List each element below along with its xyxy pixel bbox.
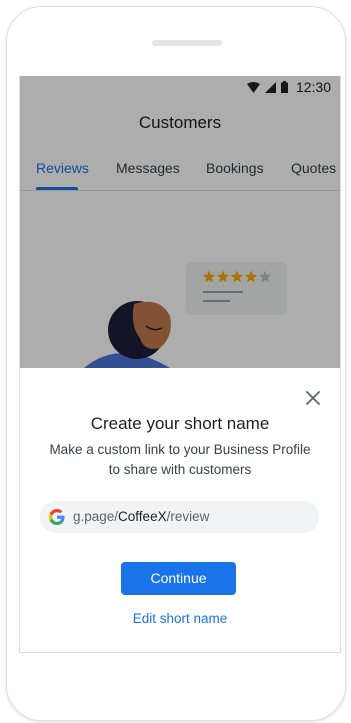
- close-icon[interactable]: [302, 387, 324, 409]
- link-short-name: CoffeeX: [118, 509, 167, 524]
- edit-short-name-link[interactable]: Edit short name: [20, 611, 340, 626]
- google-icon: [49, 509, 65, 525]
- continue-button[interactable]: Continue: [121, 562, 236, 595]
- short-link-text: g.page/CoffeeX/review: [73, 509, 209, 524]
- phone-screen: 12:30 Customers Reviews Messages Booking…: [19, 76, 341, 653]
- modal-scrim[interactable]: [20, 76, 340, 368]
- link-suffix: /review: [166, 509, 210, 524]
- link-prefix: g.page/: [73, 509, 119, 524]
- dialog-description: Make a custom link to your Business Prof…: [49, 442, 311, 477]
- dialog-title: Create your short name: [90, 414, 270, 433]
- short-name-dialog: Create your short name Make a custom lin…: [20, 368, 340, 652]
- phone-speaker: [152, 40, 222, 46]
- short-link-field[interactable]: g.page/CoffeeX/review: [40, 501, 319, 533]
